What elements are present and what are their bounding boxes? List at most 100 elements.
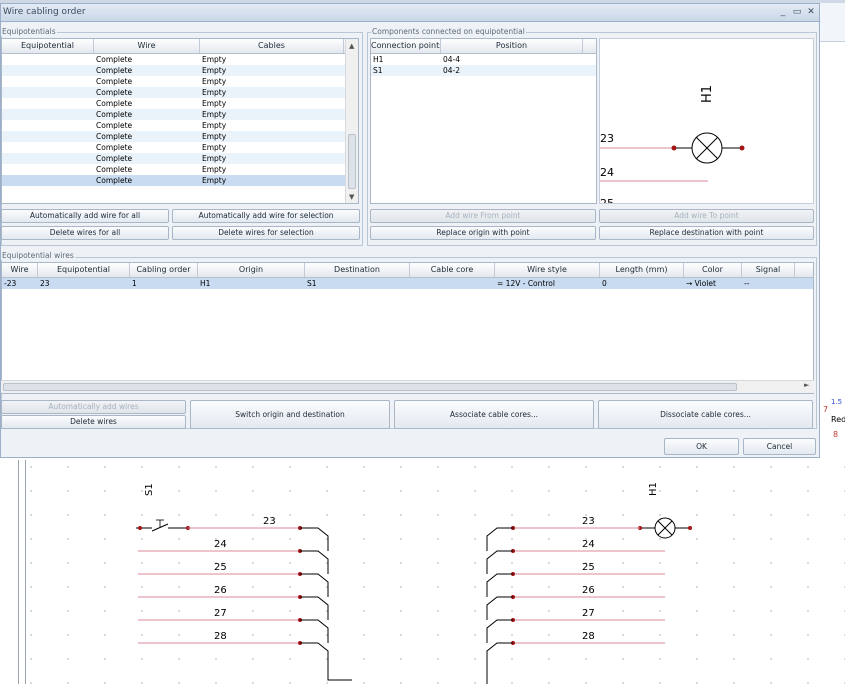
col-equipotential[interactable]: Equipotential <box>2 39 94 53</box>
components-grid[interactable]: Connection points Position H1 04-4 S1 04-2 <box>370 38 597 204</box>
schematic-drawing: S1 23 24 25 26 27 28 H1 23 24 25 26 27 28 <box>26 460 845 684</box>
equipotential-wires-group-label: Equipotential wires <box>1 251 75 260</box>
cell-equipotential <box>2 164 94 175</box>
associate-cable-cores-button[interactable]: Associate cable cores... <box>394 400 594 429</box>
cell-origin: H1 <box>200 279 211 288</box>
equipotential-row[interactable]: Complete Empty <box>2 54 358 65</box>
equipotential-row[interactable]: Complete Empty <box>2 109 358 120</box>
col-wire[interactable]: Wire <box>94 39 200 53</box>
auto-add-wires-button[interactable]: Automatically add wires <box>1 400 186 414</box>
minimize-icon[interactable]: _ <box>777 6 789 18</box>
components-group-label: Components connected on equipotential <box>371 27 526 36</box>
equipotential-row[interactable]: Complete Empty <box>2 120 358 131</box>
col-wire-style[interactable]: Wire style <box>495 263 600 277</box>
add-wire-to-point-button[interactable]: Add wire To point <box>599 209 814 223</box>
ribbon-tab-area <box>820 41 845 87</box>
app-ribbon <box>820 3 845 87</box>
component-row[interactable]: H1 04-4 <box>371 54 596 65</box>
col-cabling-order[interactable]: Cabling order <box>130 263 198 277</box>
cell-wire: Complete <box>96 77 133 86</box>
maximize-icon[interactable]: ▭ <box>791 6 803 18</box>
equipotential-row[interactable]: Complete Empty <box>2 175 358 186</box>
equipotential-row[interactable]: Complete Empty <box>2 131 358 142</box>
schematic-canvas[interactable]: S1 23 24 25 26 27 28 H1 23 24 25 26 27 28 <box>0 460 845 684</box>
dialog-titlebar[interactable]: Wire cabling order _ ▭ ✕ <box>1 4 819 22</box>
equipotentials-grid[interactable]: Equipotential Wire Cables Complete Empty C… <box>1 38 359 204</box>
dissociate-cable-cores-button[interactable]: Dissociate cable cores... <box>598 400 813 429</box>
dialog-title: Wire cabling order <box>3 7 86 17</box>
add-wire-from-point-button[interactable]: Add wire From point <box>370 209 596 223</box>
scroll-down-icon[interactable]: ▼ <box>349 193 354 201</box>
col-wire-id[interactable]: Wire <box>2 263 38 277</box>
component-row[interactable]: S1 04-2 <box>371 65 596 76</box>
left-wire-label: 27 <box>214 608 227 619</box>
scroll-up-icon[interactable]: ▲ <box>349 42 354 50</box>
cell-wire: Complete <box>96 176 133 185</box>
auto-add-wire-all-button[interactable]: Automatically add wire for all <box>1 209 169 223</box>
cell-wire: Complete <box>96 99 133 108</box>
equipotential-row[interactable]: Complete Empty <box>2 98 358 109</box>
auto-add-wire-selection-button[interactable]: Automatically add wire for selection <box>172 209 360 223</box>
cancel-button[interactable]: Cancel <box>743 438 816 455</box>
col-signal[interactable]: Signal <box>742 263 795 277</box>
col-wire-equipotential[interactable]: Equipotential <box>38 263 130 277</box>
hscroll-thumb[interactable] <box>3 383 737 391</box>
col-origin[interactable]: Origin <box>198 263 305 277</box>
equipotential-row[interactable]: Complete Empty <box>2 76 358 87</box>
equipotential-wires-grid[interactable]: Wire Equipotential Cabling order Origin … <box>1 262 814 394</box>
cell-wire: Complete <box>96 143 133 152</box>
ok-button[interactable]: OK <box>664 438 739 455</box>
delete-wires-button[interactable]: Delete wires <box>1 415 186 429</box>
side-note-index-7: 7 <box>823 405 829 414</box>
left-wire-label: 24 <box>214 539 227 550</box>
equipotential-row[interactable]: Complete Empty <box>2 153 358 164</box>
cell-connection-point: H1 <box>373 55 384 64</box>
left-wire-label: 23 <box>263 516 276 527</box>
switch-origin-destination-button[interactable]: Switch origin and destination <box>190 400 390 429</box>
wires-rows: -23 23 1 H1 S1 = 12V - Control 0 → Violet -- <box>2 278 813 289</box>
col-connection-points[interactable]: Connection points <box>371 39 441 53</box>
side-note-index-8: 8 <box>833 430 839 439</box>
col-cable-core[interactable]: Cable core <box>410 263 495 277</box>
equipotential-row[interactable]: Complete Empty <box>2 142 358 153</box>
wires-grid-header: Wire Equipotential Cabling order Origin … <box>2 263 813 278</box>
col-destination[interactable]: Destination <box>305 263 410 277</box>
cell-equipotential <box>2 153 94 164</box>
delete-wires-all-button[interactable]: Delete wires for all <box>1 226 169 240</box>
col-color[interactable]: Color <box>684 263 742 277</box>
right-wire-label: 26 <box>582 585 595 596</box>
wire-row[interactable]: -23 23 1 H1 S1 = 12V - Control 0 → Violet -- <box>2 278 813 289</box>
replace-destination-button[interactable]: Replace destination with point <box>599 226 814 240</box>
cell-cables: Empty <box>202 132 227 141</box>
cell-wire: Complete <box>96 66 133 75</box>
cell-wire: Complete <box>96 132 133 141</box>
cell-equipotential <box>2 65 94 76</box>
scroll-thumb[interactable] <box>348 134 356 189</box>
schematic-right-label: H1 <box>648 482 659 496</box>
close-icon[interactable]: ✕ <box>805 6 817 18</box>
equipotentials-vscroll[interactable]: ▲ ▼ <box>345 39 358 203</box>
scroll-right-icon[interactable]: ► <box>804 381 809 389</box>
cell-wire: Complete <box>96 88 133 97</box>
components-rows: H1 04-4 S1 04-2 <box>371 54 596 76</box>
replace-origin-button[interactable]: Replace origin with point <box>370 226 596 240</box>
cell-color: → Violet <box>686 279 716 288</box>
right-wire-label: 27 <box>582 608 595 619</box>
components-grid-header: Connection points Position <box>371 39 596 54</box>
right-wire-label: 28 <box>582 631 595 642</box>
wire-cabling-order-dialog: Wire cabling order _ ▭ ✕ Equipotentials … <box>0 3 820 458</box>
preview-component-label: H1 <box>700 85 715 103</box>
cell-signal: -- <box>744 279 750 288</box>
cell-cables: Empty <box>202 121 227 130</box>
cell-cables: Empty <box>202 110 227 119</box>
col-length[interactable]: Length (mm) <box>600 263 684 277</box>
delete-wires-selection-button[interactable]: Delete wires for selection <box>172 226 360 240</box>
wires-hscroll[interactable]: ► <box>1 380 814 393</box>
col-cables[interactable]: Cables <box>200 39 344 53</box>
equipotential-row[interactable]: Complete Empty <box>2 164 358 175</box>
equipotential-row[interactable]: Complete Empty <box>2 65 358 76</box>
cell-wire: Complete <box>96 110 133 119</box>
cell-cables: Empty <box>202 77 227 86</box>
col-position[interactable]: Position <box>441 39 583 53</box>
equipotential-row[interactable]: Complete Empty <box>2 87 358 98</box>
